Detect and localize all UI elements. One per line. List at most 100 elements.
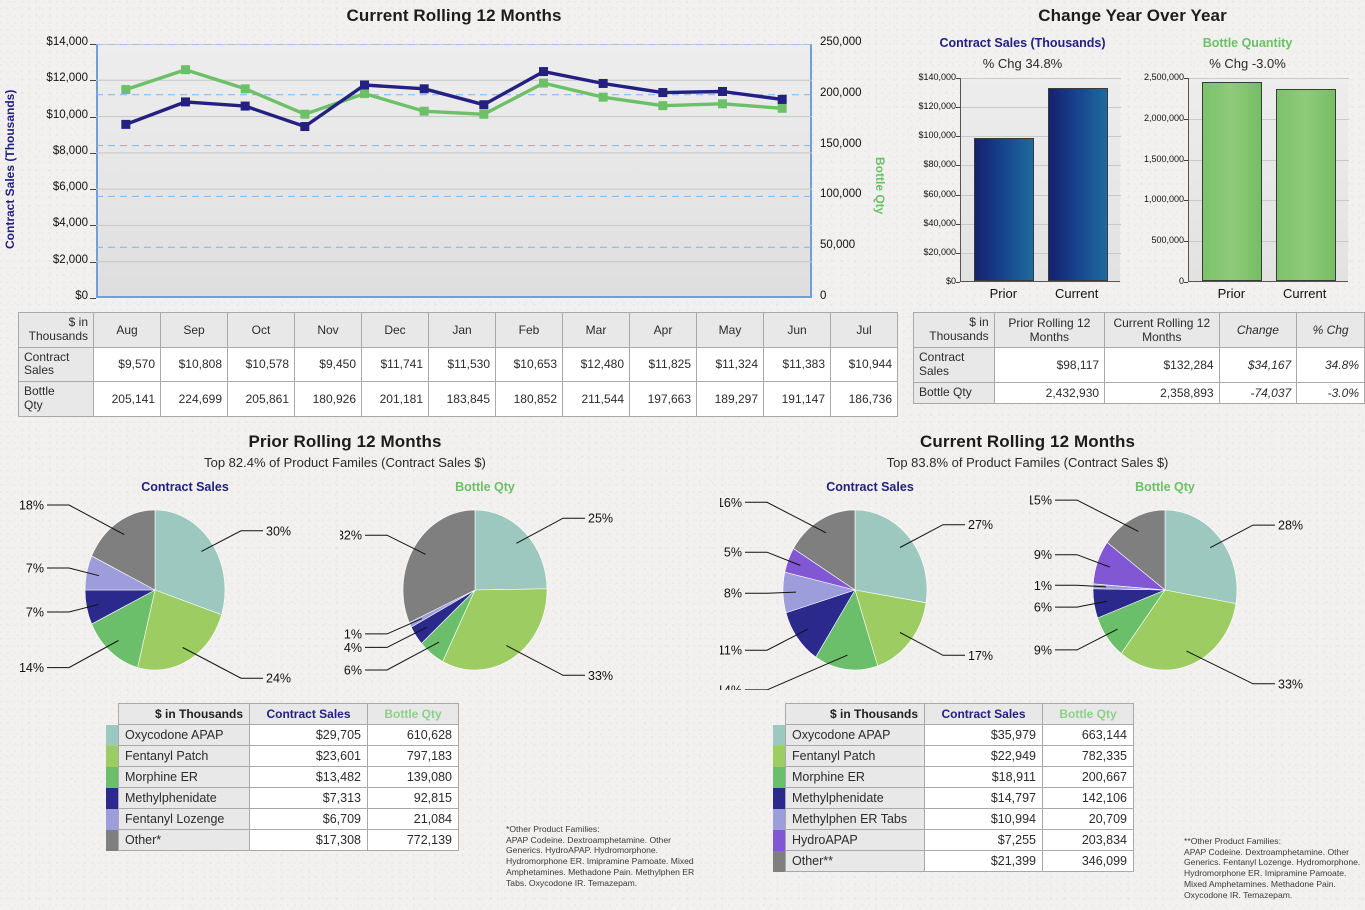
monthly-table-row: Bottle Qty 205,141 224,699 205,861 180,926 201… xyxy=(18,381,898,417)
product-color-swatch xyxy=(773,745,786,767)
product-color-swatch xyxy=(773,766,786,788)
bar-category-label: Current xyxy=(1282,286,1327,301)
product-color-swatch xyxy=(773,829,786,851)
product-contract-sales-cell: $13,482 xyxy=(249,766,368,788)
product-contract-sales-cell: $14,797 xyxy=(924,787,1043,809)
monthly-table-cell: 224,699 xyxy=(160,381,228,417)
line-y-tick-left: $14,000 xyxy=(46,36,88,48)
product-contract-sales-cell: $7,255 xyxy=(924,829,1043,851)
product-name-cell: Fentanyl Patch xyxy=(785,745,925,767)
monthly-table-cell: $11,530 xyxy=(428,346,496,383)
monthly-table-cell: $10,653 xyxy=(495,346,563,383)
yoy-left-chart-title: Contract Sales (Thousands) xyxy=(939,36,1106,50)
pie-slice-label: 1% xyxy=(1034,579,1052,593)
pie-slice-label: 9% xyxy=(1034,643,1052,657)
monthly-table-cell: 180,852 xyxy=(495,381,563,417)
bar-y-tick: $60,000 xyxy=(923,188,956,199)
monthly-table-cell: $10,808 xyxy=(160,346,228,383)
pie-slice-label: 4% xyxy=(344,641,362,655)
product-table-corner: $ in Thousands xyxy=(785,703,925,725)
yoy-title: Change Year Over Year xyxy=(1038,6,1227,25)
product-table-row: Fentanyl Patch $22,949 782,335 xyxy=(773,745,1134,767)
bar xyxy=(974,138,1035,281)
product-table-row: Methylphenidate $14,797 142,106 xyxy=(773,787,1134,809)
monthly-table-cell: 205,861 xyxy=(227,381,295,417)
monthly-table-row-label: Contract Sales xyxy=(18,346,94,383)
line-y-tick-right: 0 xyxy=(820,290,827,302)
monthly-table-month-header: Sep xyxy=(160,312,228,348)
pie-slice-label: 25% xyxy=(588,512,613,526)
pie-slice-label: 8% xyxy=(724,587,742,601)
product-name-cell: Methylphenidate xyxy=(118,787,250,809)
product-contract-sales-cell: $23,601 xyxy=(249,745,368,767)
bar-category-label: Current xyxy=(1054,286,1099,301)
product-contract-sales-cell: $17,308 xyxy=(249,829,368,851)
pie-slice-label: 9% xyxy=(1034,548,1052,562)
product-table-header-row: $ in Thousands Contract Sales Bottle Qty xyxy=(106,703,459,725)
product-name-cell: Fentanyl Lozenge xyxy=(118,808,250,830)
yoy-table-cell: -3.0% xyxy=(1296,381,1365,404)
line-y-tick-right: 200,000 xyxy=(820,86,862,99)
yoy-table-header: Current Rolling 12 Months xyxy=(1104,312,1220,348)
product-table-row: HydroAPAP $7,255 203,834 xyxy=(773,829,1134,851)
bar-y-tick: $100,000 xyxy=(918,130,956,141)
pie-slice xyxy=(854,509,928,604)
current-rolling-12-months-section: Current Rolling 12 Months Top 83.8% of P… xyxy=(690,432,1365,494)
pie-slice-label: 27% xyxy=(968,518,993,532)
monthly-table-row: Contract Sales $9,570 $10,808 $10,578 $9,450 $… xyxy=(18,346,898,383)
product-table-contract-sales-header: Contract Sales xyxy=(249,703,368,725)
yoy-table-row: Bottle Qty 2,432,930 2,358,893 -74,037 -3.0% xyxy=(913,381,1365,404)
monthly-table-cell: $10,944 xyxy=(830,346,898,383)
monthly-table-month-header: May xyxy=(696,312,764,348)
pie-slice-label: 16% xyxy=(720,496,742,510)
bar-y-tick: $140,000 xyxy=(918,72,956,82)
bar-y-tick: $120,000 xyxy=(918,101,956,112)
bar-y-tick: 2,500,000 xyxy=(1143,72,1184,82)
product-table-row: Fentanyl Patch $23,601 797,183 xyxy=(106,745,459,767)
yoy-left-chart-subtitle: % Chg 34.8% xyxy=(982,56,1063,71)
current-section-subtitle: Top 83.8% of Product Familes (Contract S… xyxy=(886,455,1169,470)
pie-slice-label: 14% xyxy=(20,661,44,675)
line-y-tick-right: 100,000 xyxy=(820,188,862,201)
product-table-row: Morphine ER $18,911 200,667 xyxy=(773,766,1134,788)
monthly-table-month-header: Oct xyxy=(227,312,295,348)
product-table-row: Other** $21,399 346,099 xyxy=(773,850,1134,872)
product-table-row: Methylphenidate $7,313 92,815 xyxy=(106,787,459,809)
yoy-table-cell: 2,358,893 xyxy=(1104,381,1220,404)
pie-slice-label: 5% xyxy=(724,546,742,560)
current-section-title: Current Rolling 12 Months xyxy=(920,432,1135,451)
line-y-tick-right: 150,000 xyxy=(820,137,862,150)
yoy-table-cell: $132,284 xyxy=(1104,347,1220,383)
line-y-tick-left: $6,000 xyxy=(52,181,88,194)
current-footnote: **Other Product Families: APAP Codeine. … xyxy=(1184,836,1361,900)
pie-slice-label: 33% xyxy=(588,669,613,683)
pie-slice-label: 33% xyxy=(1278,677,1303,690)
bar xyxy=(1202,82,1263,281)
product-table-row: Oxycodone APAP $29,705 610,628 xyxy=(106,724,459,746)
product-name-cell: Morphine ER xyxy=(785,766,925,788)
product-name-cell: Oxycodone APAP xyxy=(785,724,925,746)
prior-section-subtitle: Top 82.4% of Product Familes (Contract S… xyxy=(204,455,486,470)
product-color-swatch xyxy=(106,724,119,746)
product-bottle-qty-cell: 21,084 xyxy=(367,808,459,830)
prior-rolling-12-months-section: Prior Rolling 12 Months Top 82.4% of Pro… xyxy=(0,432,690,494)
pie-slice xyxy=(1164,509,1238,604)
line-chart-title: Current Rolling 12 Months xyxy=(346,6,562,25)
swatch-spacer xyxy=(773,704,786,725)
monthly-table-cell: 189,297 xyxy=(696,381,764,417)
bar-y-tick: 500,000 xyxy=(1151,235,1184,246)
yoy-table-header: Change xyxy=(1218,312,1298,348)
product-color-swatch xyxy=(773,850,786,872)
product-contract-sales-cell: $21,399 xyxy=(924,850,1043,872)
current-product-family-table: $ in Thousands Contract Sales Bottle Qty Ox… xyxy=(773,703,1134,872)
line-y-tick-left: $0 xyxy=(75,290,88,302)
prior-product-family-table: $ in Thousands Contract Sales Bottle Qty Ox… xyxy=(106,703,459,851)
prior-bottle-qty-pie: 25% 33% 6% 4%1% 32% xyxy=(340,509,613,683)
pie-slice-label: 30% xyxy=(266,524,291,538)
monthly-table-cell: $11,741 xyxy=(361,346,429,383)
product-bottle-qty-cell: 610,628 xyxy=(367,724,459,746)
bar-y-tick: $20,000 xyxy=(923,246,956,257)
product-table-row: Morphine ER $13,482 139,080 xyxy=(106,766,459,788)
monthly-table-month-header: Mar xyxy=(562,312,630,348)
product-color-swatch xyxy=(106,787,119,809)
